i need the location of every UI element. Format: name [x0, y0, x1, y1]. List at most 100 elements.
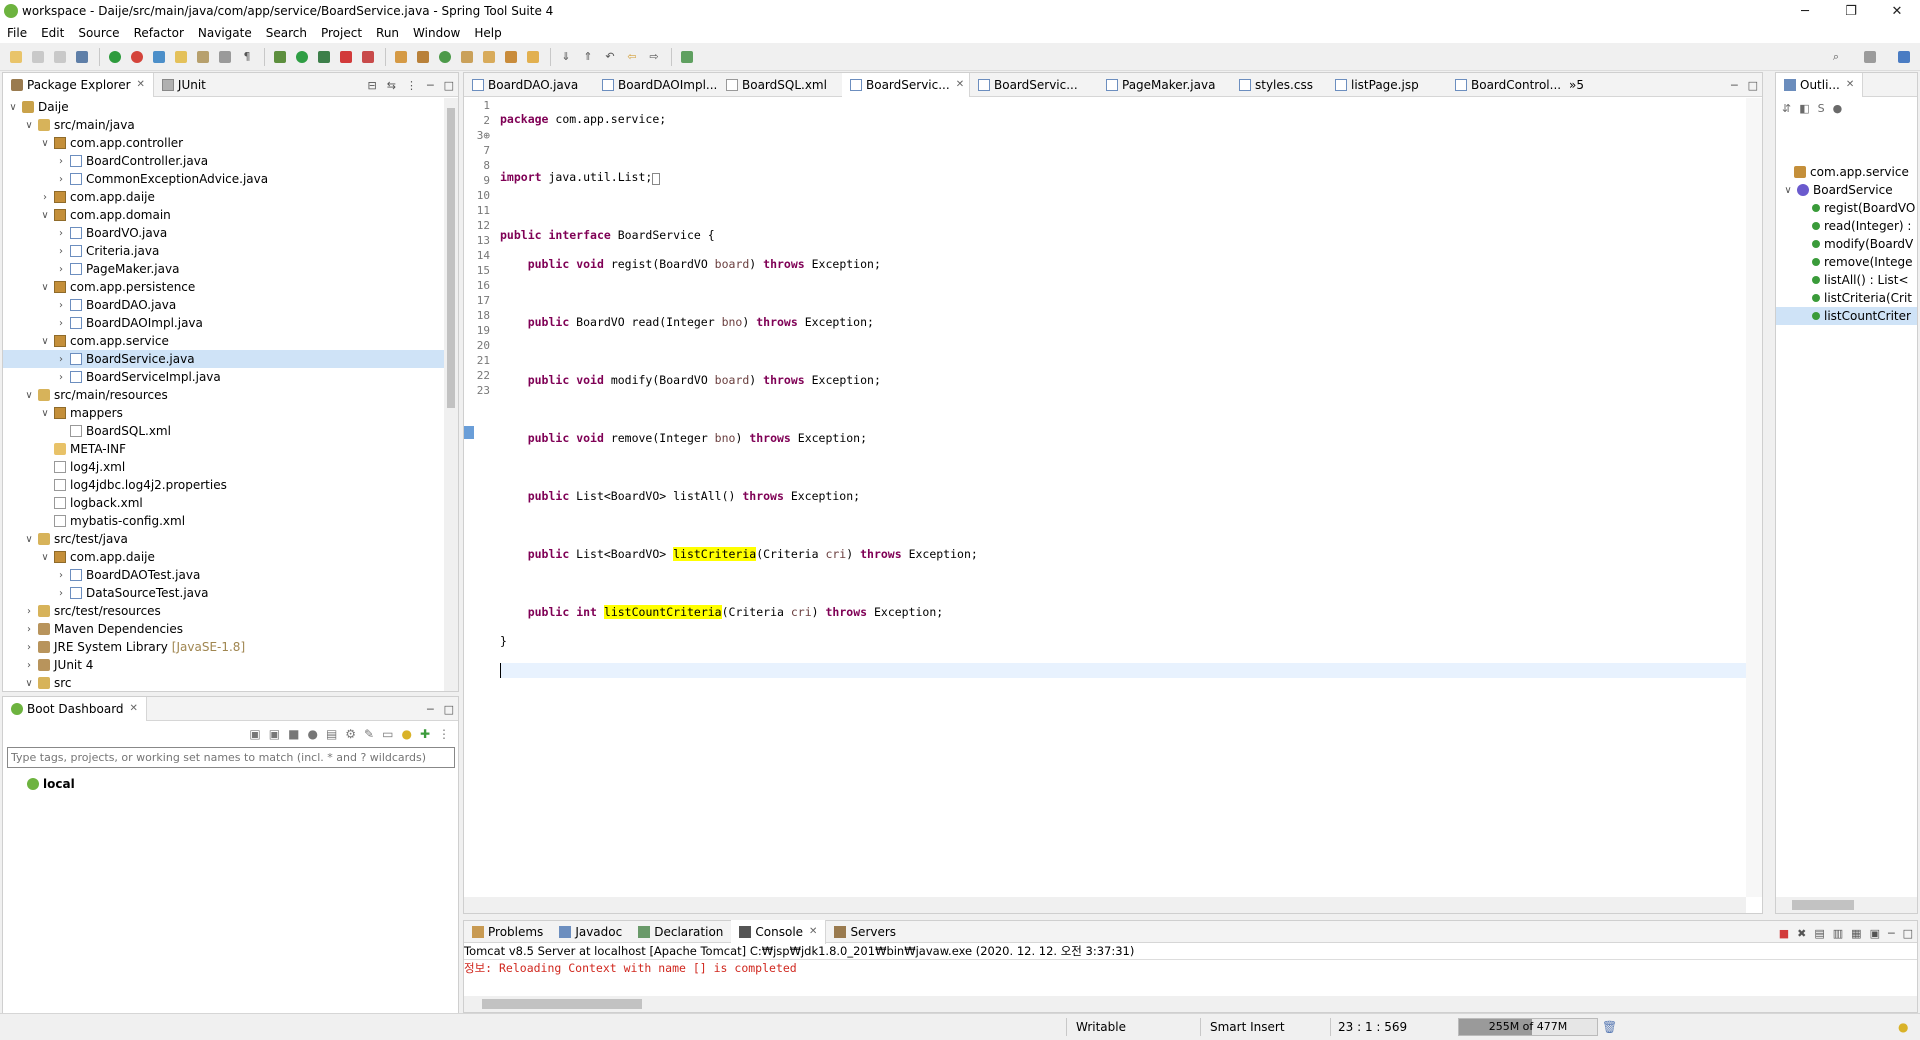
tab-console[interactable]: Console ✕: [731, 919, 827, 944]
menu-search[interactable]: Search: [259, 26, 314, 40]
back-icon[interactable]: ⇦: [622, 48, 642, 66]
tree-item[interactable]: ∨ Daije: [3, 98, 444, 116]
editor-tab[interactable]: BoardDAOImpl...: [594, 73, 718, 97]
editor-vertical-scrollbar[interactable]: [1746, 98, 1762, 897]
tree-item[interactable]: › Maven Dependencies: [3, 620, 444, 638]
edit-icon[interactable]: ✎: [364, 727, 374, 741]
editor-tab[interactable]: BoardControl...: [1447, 73, 1561, 97]
filter-icon[interactable]: ⋮: [406, 79, 417, 92]
tree-item[interactable]: › Criteria.java: [3, 242, 444, 260]
maximize-view-icon[interactable]: □: [444, 79, 454, 92]
outline-interface[interactable]: ∨ BoardService: [1776, 181, 1917, 199]
tree-item[interactable]: META-INF: [3, 440, 444, 458]
chevron-down-icon[interactable]: ∨: [23, 534, 35, 545]
tab-package-explorer[interactable]: Package Explorer ✕: [3, 72, 154, 97]
code-area[interactable]: package com.app.service; import java.uti…: [500, 98, 1746, 897]
sort-icon[interactable]: ⇵: [1782, 102, 1791, 115]
tab-junit[interactable]: JUnit: [154, 73, 214, 97]
maximize-view-icon[interactable]: □: [444, 703, 454, 716]
close-icon[interactable]: ✕: [1846, 79, 1854, 90]
stop-icon[interactable]: [336, 48, 356, 66]
tree-item[interactable]: › JRE System Library [JavaSE-1.8]: [3, 638, 444, 656]
menu-edit[interactable]: Edit: [34, 26, 71, 40]
search-tool-icon[interactable]: [501, 48, 521, 66]
tab-servers[interactable]: Servers: [826, 920, 904, 944]
chevron-right-icon[interactable]: ›: [55, 174, 67, 185]
chevron-right-icon[interactable]: ›: [55, 354, 67, 365]
chevron-right-icon[interactable]: ›: [55, 264, 67, 275]
chevron-down-icon[interactable]: ∨: [23, 120, 35, 131]
maximize-button[interactable]: ❐: [1828, 0, 1874, 22]
tree-item[interactable]: › BoardDAOImpl.java: [3, 314, 444, 332]
quick-search-icon[interactable]: [149, 48, 169, 66]
tree-item[interactable]: › BoardDAOTest.java: [3, 566, 444, 584]
outline-method[interactable]: listCountCriter: [1776, 307, 1917, 325]
chevron-down-icon[interactable]: ∨: [39, 408, 51, 419]
toolbar-search-icon[interactable]: ⌕: [1826, 48, 1846, 66]
chevron-right-icon[interactable]: ›: [55, 228, 67, 239]
chevron-down-icon[interactable]: ∨: [39, 210, 51, 221]
tree-item[interactable]: › BoardController.java: [3, 152, 444, 170]
tab-declaration[interactable]: Declaration: [630, 920, 731, 944]
open-type-icon[interactable]: [457, 48, 477, 66]
tree-item[interactable]: logback.xml: [3, 494, 444, 512]
close-icon[interactable]: ✕: [130, 703, 138, 714]
tree-item[interactable]: mybatis-config.xml: [3, 512, 444, 530]
external-tools-icon[interactable]: [358, 48, 378, 66]
chevron-right-icon[interactable]: ›: [39, 192, 51, 203]
stop-icon[interactable]: ■: [288, 727, 299, 741]
tree-item[interactable]: ∨ src/main/java: [3, 116, 444, 134]
console-horizontal-scrollbar[interactable]: [464, 996, 1917, 1012]
run-icon[interactable]: [292, 48, 312, 66]
minimize-view-icon[interactable]: ─: [1731, 79, 1738, 92]
outline-package[interactable]: com.app.service: [1776, 163, 1917, 181]
next-annotation-icon[interactable]: ⇓: [556, 48, 576, 66]
start-icon[interactable]: ▣: [249, 727, 260, 741]
minimize-view-icon[interactable]: ─: [427, 703, 434, 716]
tree-item[interactable]: ∨ com.app.daije: [3, 548, 444, 566]
tree-item[interactable]: log4jdbc.log4j2.properties: [3, 476, 444, 494]
breadcrumb-icon[interactable]: [193, 48, 213, 66]
chevron-right-icon[interactable]: ›: [23, 624, 35, 635]
tab-outline[interactable]: Outli... ✕: [1776, 72, 1864, 97]
outline-method[interactable]: listCriteria(Crit: [1776, 289, 1917, 307]
outline-method[interactable]: regist(BoardVO: [1776, 199, 1917, 217]
maximize-view-icon[interactable]: □: [1903, 927, 1913, 940]
editor-tab[interactable]: BoardSQL.xml: [718, 73, 842, 97]
settings-icon[interactable]: ⚙: [345, 727, 356, 741]
clear-console-icon[interactable]: ▤: [1814, 927, 1824, 940]
open-perspective-icon[interactable]: [1860, 48, 1880, 66]
tab-problems[interactable]: Problems: [464, 920, 551, 944]
close-icon[interactable]: ✕: [956, 79, 964, 90]
tree-scrollbar[interactable]: [444, 98, 458, 691]
tree-item[interactable]: › com.app.daije: [3, 188, 444, 206]
chevron-down-icon[interactable]: ∨: [7, 102, 19, 113]
tree-item[interactable]: ∨ mappers: [3, 404, 444, 422]
add-icon[interactable]: ✚: [420, 727, 430, 741]
chevron-right-icon[interactable]: ›: [55, 588, 67, 599]
block-selection-icon[interactable]: [215, 48, 235, 66]
new-java-project-icon[interactable]: [391, 48, 411, 66]
restart-icon[interactable]: ▣: [269, 727, 280, 741]
close-icon[interactable]: ✕: [137, 79, 145, 90]
tree-item[interactable]: › BoardVO.java: [3, 224, 444, 242]
minimize-view-icon[interactable]: ─: [427, 79, 434, 92]
link-with-editor-icon[interactable]: ⇆: [387, 79, 396, 92]
menu-project[interactable]: Project: [314, 26, 369, 40]
tree-item[interactable]: › src/test/resources: [3, 602, 444, 620]
maximize-view-icon[interactable]: □: [1748, 79, 1758, 92]
minimize-view-icon[interactable]: ─: [1888, 927, 1895, 940]
chevron-right-icon[interactable]: ›: [55, 372, 67, 383]
tree-item[interactable]: BoardSQL.xml: [3, 422, 444, 440]
close-button[interactable]: ✕: [1874, 0, 1920, 22]
tree-item[interactable]: › DataSourceTest.java: [3, 584, 444, 602]
tab-boot-dashboard[interactable]: Boot Dashboard ✕: [3, 696, 147, 721]
chevron-right-icon[interactable]: ›: [55, 246, 67, 257]
run-gc-icon[interactable]: 🗑: [1602, 1014, 1617, 1040]
tree-item[interactable]: ∨ com.app.domain: [3, 206, 444, 224]
open-console-icon[interactable]: ▣: [1870, 927, 1880, 940]
tree-item[interactable]: log4j.xml: [3, 458, 444, 476]
editor-tab[interactable]: listPage.jsp: [1327, 73, 1447, 97]
menu-file[interactable]: File: [0, 26, 34, 40]
chevron-right-icon[interactable]: ›: [23, 606, 35, 617]
